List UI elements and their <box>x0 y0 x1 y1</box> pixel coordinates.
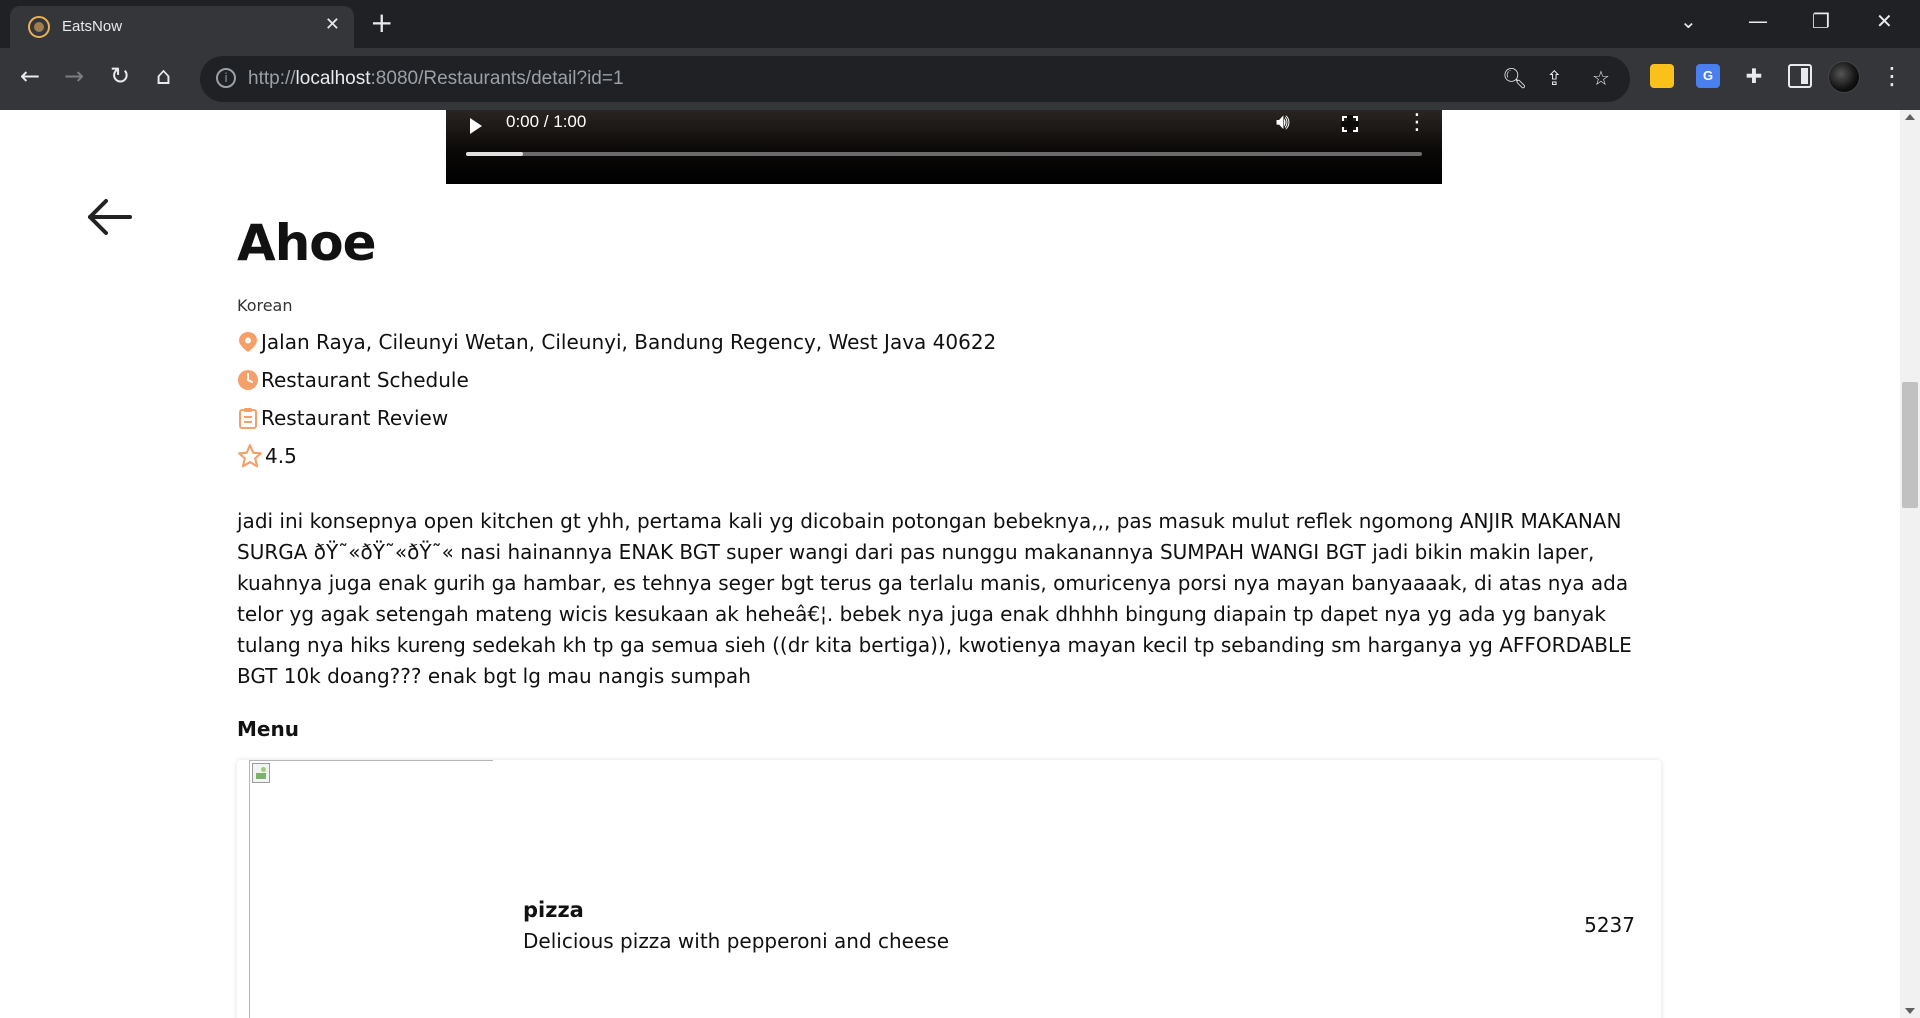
google-translate-icon[interactable]: G <box>1696 64 1720 88</box>
video-time: 0:00 / 1:00 <box>506 112 587 131</box>
site-info-icon[interactable]: i <box>216 68 236 88</box>
profile-avatar[interactable] <box>1828 61 1860 93</box>
restaurant-name: Ahoe <box>237 214 377 272</box>
address-bar[interactable]: i http://localhost:8080/Restaurants/deta… <box>200 56 1630 102</box>
restaurant-review-link[interactable]: Restaurant Review <box>261 406 448 430</box>
schedule-row[interactable]: Restaurant Schedule <box>237 366 469 394</box>
restaurant-rating: 4.5 <box>265 444 297 468</box>
video-progress-fill <box>466 152 524 156</box>
menu-item-image <box>249 760 493 1018</box>
browser-toolbar: ← → ↻ ⌂ i http://localhost:8080/Restaura… <box>0 48 1920 110</box>
tab-title: EatsNow <box>62 18 123 35</box>
url-scheme: http:// <box>248 68 296 89</box>
browser-tab[interactable]: EatsNow ✕ <box>10 6 354 48</box>
restaurant-video[interactable]: 0:00 / 1:00 🔊︎ ⋮ <box>446 110 1442 184</box>
close-window-icon[interactable]: ✕ <box>1876 9 1893 33</box>
extensions-puzzle-icon[interactable]: ✚ <box>1742 64 1766 88</box>
clock-icon <box>238 370 258 390</box>
restore-window-icon[interactable]: ❐ <box>1812 9 1830 33</box>
rating-row: 4.5 <box>237 442 297 470</box>
tab-search-icon[interactable]: ⌄ <box>1680 9 1697 33</box>
forward-nav-icon[interactable]: → <box>64 62 84 90</box>
video-fullscreen-icon[interactable] <box>1341 115 1359 133</box>
menu-item-description: Delicious pizza with pepperoni and chees… <box>523 929 950 953</box>
video-more-options-icon[interactable]: ⋮ <box>1406 110 1428 135</box>
browser-tab-strip: EatsNow ✕ + ⌄ — ❐ ✕ <box>0 0 1920 48</box>
page-scrollbar[interactable] <box>1900 110 1920 1018</box>
video-seek-bar[interactable] <box>466 152 1422 156</box>
new-tab-icon[interactable]: + <box>370 6 393 39</box>
page-viewport: 0:00 / 1:00 🔊︎ ⋮ Ahoe Korean Jalan Raya,… <box>0 110 1900 1018</box>
address-row: Jalan Raya, Cileunyi Wetan, Cileunyi, Ba… <box>237 328 996 356</box>
zoom-icon[interactable]: 🔍︎ <box>1502 66 1527 90</box>
scroll-down-arrow-icon[interactable] <box>1905 1008 1915 1014</box>
star-icon <box>238 444 262 468</box>
menu-heading: Menu <box>237 717 299 741</box>
review-row[interactable]: Restaurant Review <box>237 404 448 432</box>
home-icon[interactable]: ⌂ <box>156 62 171 90</box>
side-panel-icon[interactable] <box>1788 64 1812 88</box>
video-volume-icon[interactable]: 🔊︎ <box>1276 110 1290 135</box>
review-text: jadi ini konsepnya open kitchen gt yhh, … <box>237 509 1632 688</box>
location-pin-icon <box>239 332 257 352</box>
url-path: :8080/Restaurants/detail?id=1 <box>370 68 624 89</box>
scrollbar-thumb[interactable] <box>1902 382 1918 508</box>
minimize-window-icon[interactable]: — <box>1748 9 1768 33</box>
video-play-icon[interactable] <box>470 118 482 134</box>
browser-menu-icon[interactable]: ⋮ <box>1880 62 1904 90</box>
eatsnow-favicon-icon <box>28 16 50 38</box>
bookmark-star-icon[interactable]: ☆ <box>1592 66 1610 90</box>
url-text[interactable]: http://localhost:8080/Restaurants/detail… <box>248 68 624 90</box>
restaurant-address: Jalan Raya, Cileunyi Wetan, Cileunyi, Ba… <box>261 330 997 354</box>
restaurant-schedule-link[interactable]: Restaurant Schedule <box>261 368 469 392</box>
back-arrow-icon[interactable] <box>84 192 134 242</box>
broken-image-icon <box>252 763 270 783</box>
reload-icon[interactable]: ↻ <box>110 62 130 90</box>
close-tab-icon[interactable]: ✕ <box>325 14 340 35</box>
share-icon[interactable]: ⇪ <box>1546 66 1563 90</box>
extension-yellow-icon[interactable] <box>1650 64 1674 88</box>
clipboard-icon <box>239 408 257 429</box>
menu-item-card[interactable]: pizza Delicious pizza with pepperoni and… <box>237 760 1661 1018</box>
back-nav-icon[interactable]: ← <box>20 62 40 90</box>
menu-item-price: 5237 <box>1584 913 1635 937</box>
restaurant-category: Korean <box>237 296 293 315</box>
menu-item-name: pizza <box>523 898 584 922</box>
scroll-up-arrow-icon[interactable] <box>1905 114 1915 120</box>
url-host: localhost <box>295 68 371 89</box>
